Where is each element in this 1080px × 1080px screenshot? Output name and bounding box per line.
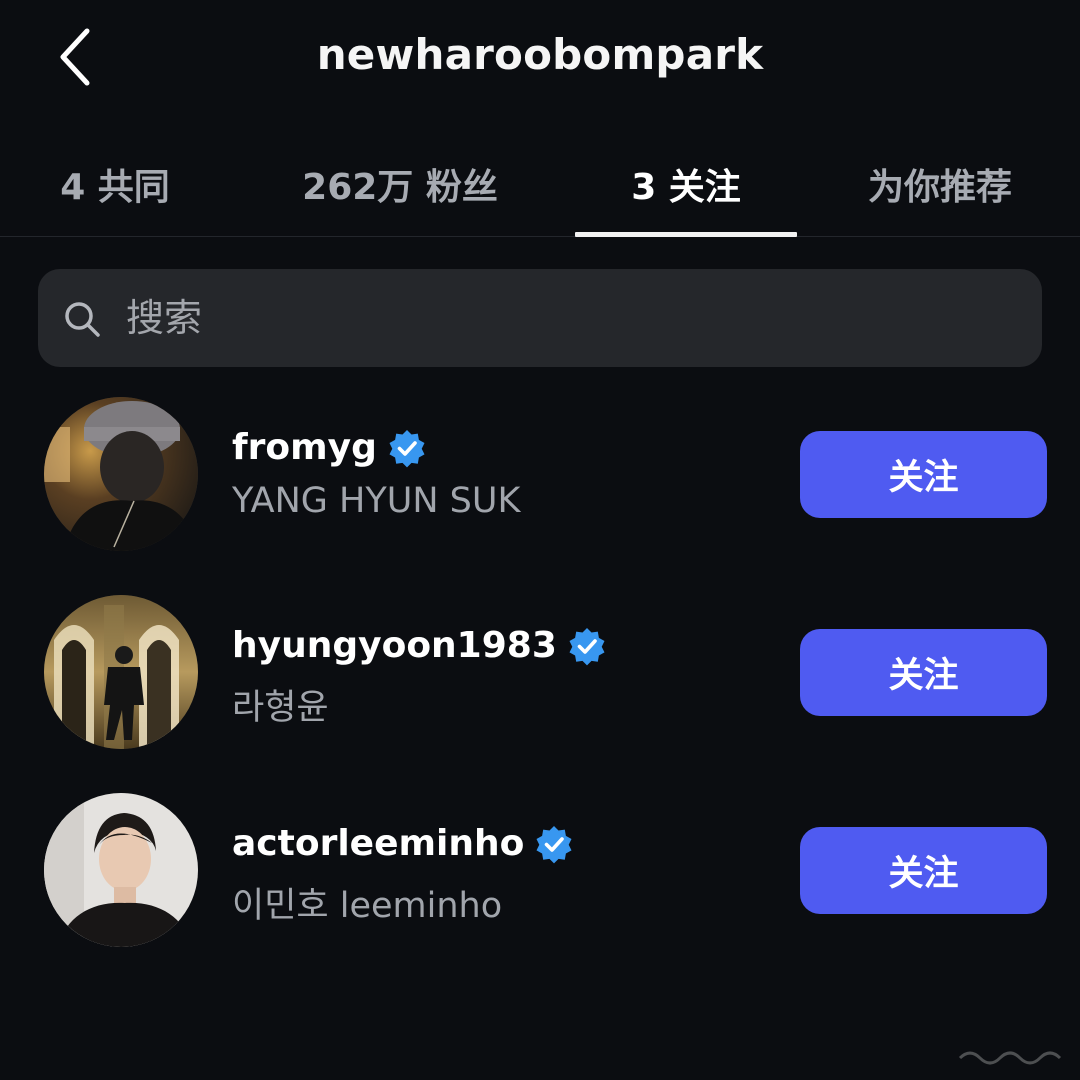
watermark-logo	[958, 1051, 1062, 1065]
avatar[interactable]	[44, 397, 198, 551]
header: newharoobompark	[0, 0, 1080, 120]
tab-mutual[interactable]: 4 共同	[40, 158, 190, 238]
tab-following[interactable]: 3 关注	[575, 158, 797, 238]
search-icon	[65, 302, 100, 337]
avatar[interactable]	[44, 793, 198, 947]
app-screen: newharoobompark 4 共同 262万 粉丝 3 关注 为你推荐 搜…	[0, 0, 1080, 1080]
page-title: newharoobompark	[316, 30, 764, 79]
username[interactable]: actorleeminho	[232, 823, 524, 864]
tabs-divider	[0, 236, 1080, 237]
username[interactable]: fromyg	[232, 427, 377, 468]
username-line: actorleeminho	[232, 823, 574, 864]
avatar[interactable]	[44, 595, 198, 749]
full-name: YANG HYUN SUK	[232, 481, 521, 521]
list-item[interactable]: actorleeminho 이민호 leeminho 关注	[0, 793, 1080, 953]
follow-button[interactable]: 关注	[800, 629, 1047, 716]
verified-badge-icon	[569, 627, 605, 665]
list-item[interactable]: hyungyoon1983 라형윤 关注	[0, 595, 1080, 755]
tab-bar: 4 共同 262万 粉丝 3 关注 为你推荐	[0, 138, 1080, 238]
username-line: hyungyoon1983	[232, 625, 607, 666]
avatar-image	[44, 793, 198, 947]
follow-button[interactable]: 关注	[800, 827, 1047, 914]
search-bar[interactable]	[38, 269, 1042, 367]
verified-badge-icon	[389, 429, 425, 467]
active-tab-indicator	[575, 232, 797, 237]
username-line: fromyg	[232, 427, 427, 468]
list-item[interactable]: fromyg YANG HYUN SUK 关注	[0, 397, 1080, 557]
avatar-image	[44, 397, 198, 551]
tab-followers[interactable]: 262万 粉丝	[285, 158, 515, 238]
search-input[interactable]	[126, 269, 966, 367]
full-name: 라형윤	[232, 688, 329, 728]
avatar-image	[44, 595, 198, 749]
tab-suggested[interactable]: 为你推荐	[850, 158, 1030, 238]
full-name: 이민호 leeminho	[232, 886, 503, 926]
verified-badge-icon	[536, 825, 572, 863]
username[interactable]: hyungyoon1983	[232, 625, 557, 666]
follow-button[interactable]: 关注	[800, 431, 1047, 518]
